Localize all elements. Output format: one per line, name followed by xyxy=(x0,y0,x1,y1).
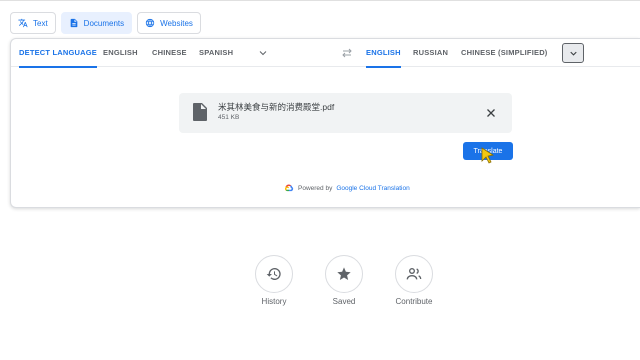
file-name: 米其林美食与新的消费殿堂.pdf xyxy=(218,102,335,112)
contribute-button[interactable] xyxy=(395,255,433,293)
history-label: History xyxy=(261,297,287,306)
document-icon xyxy=(70,18,78,28)
mode-tab-text[interactable]: Text xyxy=(10,12,56,34)
mode-tabs: Text Documents Websites xyxy=(10,12,201,34)
mode-tab-websites-label: Websites xyxy=(160,18,193,28)
powered-by-prefix: Powered by xyxy=(298,184,333,192)
target-lang-russian[interactable]: RUSSIAN xyxy=(413,39,448,67)
history-button[interactable] xyxy=(255,255,293,293)
mode-tab-text-label: Text xyxy=(33,18,48,28)
powered-by: Powered by Google Cloud Translation xyxy=(284,184,410,192)
chevron-down-icon xyxy=(569,51,577,56)
swap-languages-icon[interactable] xyxy=(341,48,353,58)
pointer-cursor-icon xyxy=(481,147,495,164)
file-size: 451 KB xyxy=(218,114,240,121)
file-icon xyxy=(193,103,207,121)
source-lang-chinese[interactable]: CHINESE xyxy=(152,39,187,67)
cloud-translation-link[interactable]: Google Cloud Translation xyxy=(336,185,409,192)
target-more-button[interactable] xyxy=(562,43,584,63)
target-lang-chinese-simplified[interactable]: CHINESE (SIMPLIFIED) xyxy=(461,39,548,67)
top-divider xyxy=(0,0,640,1)
history-icon xyxy=(266,267,281,280)
mode-tab-websites[interactable]: Websites xyxy=(137,12,201,34)
source-more-chevron-down-icon[interactable] xyxy=(257,47,269,59)
mode-tab-documents-label: Documents xyxy=(83,18,125,28)
saved-action[interactable]: Saved xyxy=(314,255,374,306)
saved-button[interactable] xyxy=(325,255,363,293)
source-lang-detect[interactable]: DETECT LANGUAGE xyxy=(19,39,97,68)
contribute-icon xyxy=(406,267,422,280)
language-bar: DETECT LANGUAGE ENGLISH CHINESE SPANISH … xyxy=(11,39,640,68)
history-action[interactable]: History xyxy=(244,255,304,306)
saved-label: Saved xyxy=(332,297,356,306)
star-icon xyxy=(337,267,351,280)
target-lang-english[interactable]: ENGLISH xyxy=(366,39,401,68)
mode-tab-documents[interactable]: Documents xyxy=(60,12,133,34)
contribute-label: Contribute xyxy=(395,297,433,306)
source-lang-english[interactable]: ENGLISH xyxy=(103,39,138,67)
translation-card: DETECT LANGUAGE ENGLISH CHINESE SPANISH … xyxy=(10,38,640,208)
contribute-action[interactable]: Contribute xyxy=(384,255,444,306)
close-icon[interactable] xyxy=(484,106,498,120)
uploaded-file: 米其林美食与新的消费殿堂.pdf 451 KB xyxy=(179,93,512,133)
translate-icon xyxy=(18,18,28,28)
source-lang-spanish[interactable]: SPANISH xyxy=(199,39,233,67)
globe-icon xyxy=(145,18,155,28)
google-cloud-icon xyxy=(284,184,294,192)
